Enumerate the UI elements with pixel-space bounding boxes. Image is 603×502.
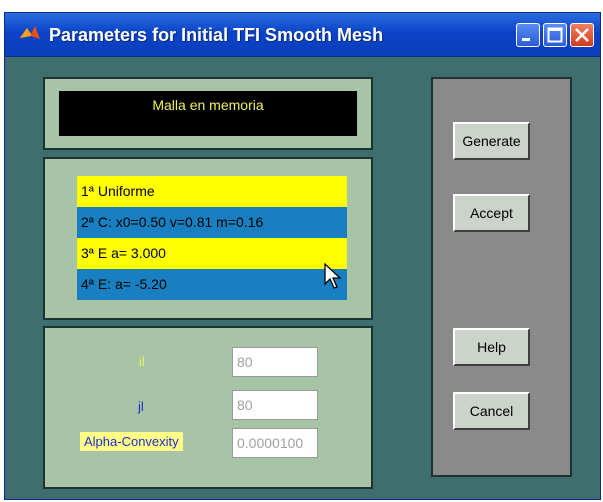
generate-button[interactable]: Generate [453,122,530,160]
matlab-logo-icon [20,26,40,39]
parameters-panel: il jl Alpha-Convexity [43,326,373,489]
status-display: Malla en memoria [59,91,357,136]
mesh-list-item[interactable]: 3ª E a= 3.000 [77,238,347,269]
window-title: Parameters for Initial TFI Smooth Mesh [49,25,384,45]
minimize-icon [522,38,530,41]
il-label: il [139,354,145,369]
alpha-convexity-input[interactable] [232,428,318,458]
mesh-list-panel: 1ª Uniforme 2ª C: x0=0.50 v=0.81 m=0.16 … [43,157,373,320]
status-message: Malla en memoria [152,97,264,113]
jl-input[interactable] [232,390,318,420]
mesh-list-item[interactable]: 4ª E: a= -5.20 [77,269,347,300]
close-button[interactable] [570,23,594,47]
button-panel: Generate Accept Help Cancel [431,77,572,477]
display-panel: Malla en memoria [43,77,373,150]
alpha-convexity-label: Alpha-Convexity [80,432,183,451]
maximize-icon [547,27,563,43]
mesh-list-item[interactable]: 1ª Uniforme [77,176,347,207]
close-icon [575,28,589,42]
mesh-list-item[interactable]: 2ª C: x0=0.50 v=0.81 m=0.16 [77,207,347,238]
cancel-button[interactable]: Cancel [453,392,530,430]
mouse-pointer-icon [324,263,342,289]
title-bar[interactable]: Parameters for Initial TFI Smooth Mesh [5,13,600,57]
minimize-button[interactable] [516,23,540,47]
il-input[interactable] [232,347,318,377]
dialog-window: Parameters for Initial TFI Smooth Mesh M… [4,12,601,500]
accept-button[interactable]: Accept [453,194,530,232]
help-button[interactable]: Help [453,328,530,366]
jl-label: jl [138,399,144,414]
maximize-button[interactable] [543,23,567,47]
